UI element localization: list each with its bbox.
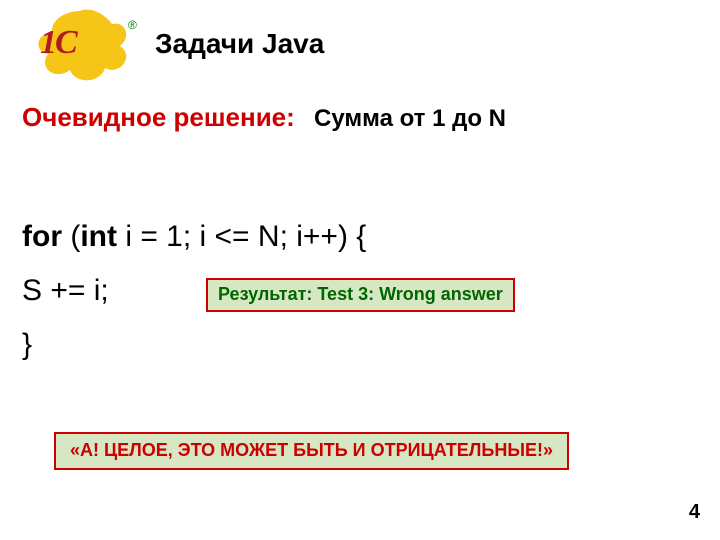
brand-logo: 1C ® [20,6,140,86]
code-line-1: for (int i = 1; i <= N; i++) { [22,210,366,264]
keyword-int: int [80,220,117,253]
page-number: 4 [689,501,700,524]
subtitle-black: Сумма от 1 до N [314,105,506,132]
subtitle-row: Очевидное решение: Сумма от 1 до N [22,102,506,133]
subtitle-red: Очевидное решение: [22,102,295,132]
keyword-for: for [22,220,62,253]
logo-text: 1C [40,24,76,62]
result-box: Результат: Test 3: Wrong answer [206,278,515,312]
insight-box: «А! ЦЕЛОЕ, ЭТО МОЖЕТ БЫТЬ И ОТРИЦАТЕЛЬНЫ… [54,432,569,470]
slide-title: Задачи Java [155,28,324,60]
code-line-3: } [22,318,366,372]
logo-splash-icon [20,6,140,86]
registered-icon: ® [128,18,137,32]
